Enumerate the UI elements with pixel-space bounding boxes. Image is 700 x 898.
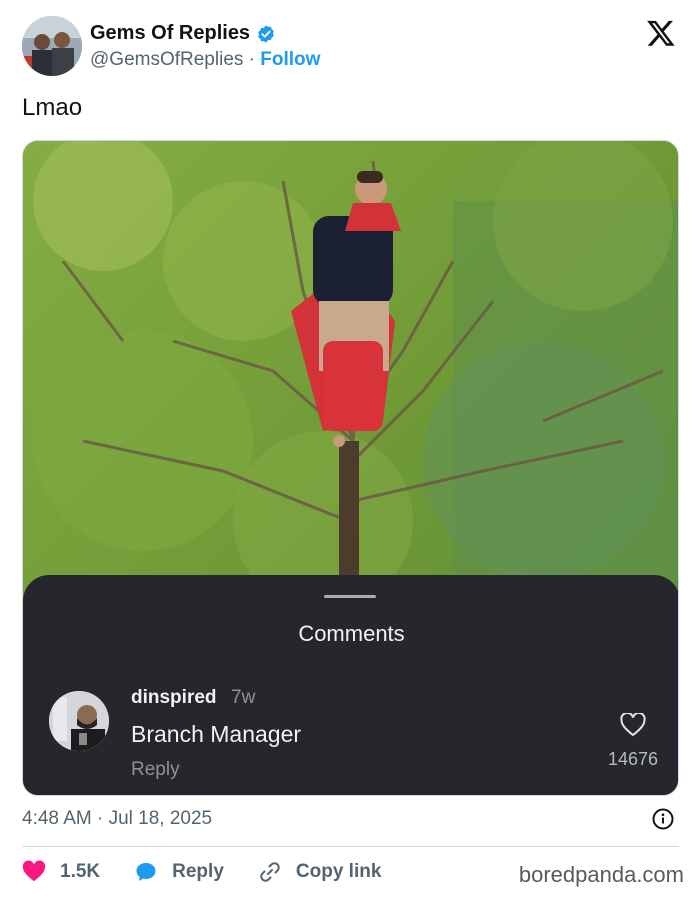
author-display-name[interactable]: Gems Of Replies [90,22,250,45]
comment-like-count: 14676 [607,749,659,769]
info-icon[interactable] [652,808,674,830]
heart-filled-icon [22,860,46,882]
copy-link-label: Copy link [295,861,382,882]
copy-link-action[interactable]: Copy link [258,860,382,884]
tweet-timestamp[interactable]: 4:48 AM · Jul 18, 2025 [22,808,212,830]
reply-bubble-icon [136,863,156,881]
comment-text: Branch Manager [131,721,302,747]
author-handle[interactable]: @GemsOfReplies [90,49,243,70]
comment-like-heart-icon[interactable] [620,713,646,737]
commenter-avatar [49,691,109,751]
comments-sheet: Comments dinspired 7w Branch Manager Rep… [23,575,678,795]
handle-separator: · [243,49,261,70]
reply-action[interactable]: Reply [134,860,224,884]
like-action[interactable]: 1.5K [22,860,100,884]
boredpanda-watermark: boredpanda.com [518,862,684,887]
verified-badge-icon [258,24,274,43]
comments-title: Comments [298,621,405,646]
link-icon [260,862,280,882]
comment-reply-button[interactable]: Reply [131,759,180,781]
like-count: 1.5K [60,861,101,882]
comment-age: 7w [231,687,256,708]
follow-button[interactable]: Follow [260,49,320,70]
author-avatar[interactable] [22,16,82,76]
tweet-actions: 1.5K Reply Copy link [22,858,415,886]
divider [22,846,679,847]
reply-label: Reply [172,861,224,882]
sheet-grabber-handle[interactable] [324,595,376,598]
tweet-text: Lmao [22,94,83,121]
tweet-media[interactable]: Comments dinspired 7w Branch Manager Rep… [22,140,679,796]
x-logo-icon[interactable] [646,18,676,48]
tweet-header: Gems Of Replies @GemsOfReplies · Follow [22,16,682,78]
comment-username[interactable]: dinspired [131,687,217,709]
